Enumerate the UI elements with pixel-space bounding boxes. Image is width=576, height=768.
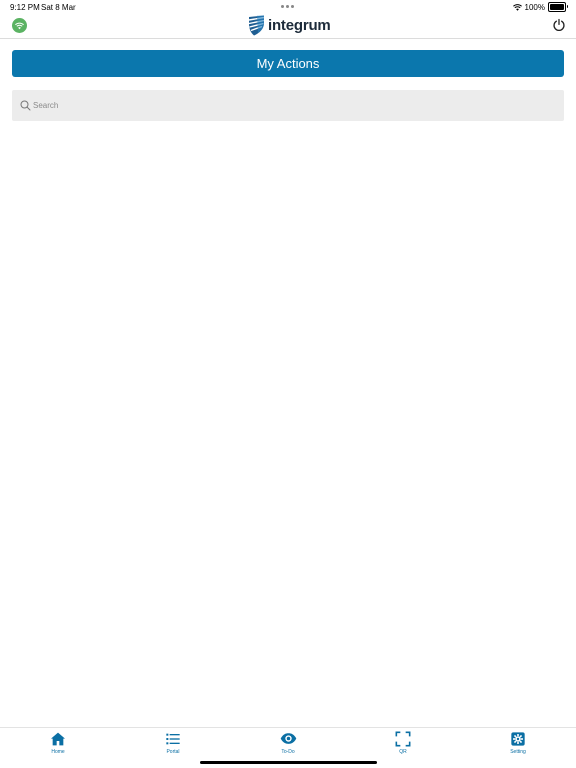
screen: 9:12 PM Sat 8 Mar 100% integrum My Actio… bbox=[0, 0, 576, 768]
status-date: Sat 8 Mar bbox=[41, 3, 76, 12]
search-icon bbox=[20, 100, 31, 111]
gear-icon bbox=[510, 730, 527, 747]
status-right: 100% bbox=[512, 2, 568, 12]
tab-label: QR bbox=[399, 749, 407, 755]
tab-setting[interactable]: Setting bbox=[488, 730, 548, 755]
actions-list bbox=[0, 128, 576, 728]
status-time: 9:12 PM bbox=[10, 3, 40, 12]
tab-label: Portal bbox=[166, 749, 180, 755]
qr-scan-icon bbox=[395, 730, 412, 747]
list-icon bbox=[165, 730, 182, 747]
status-bar: 9:12 PM Sat 8 Mar 100% bbox=[0, 0, 576, 14]
wifi-icon[interactable] bbox=[12, 18, 27, 33]
shield-logo-icon bbox=[248, 15, 265, 36]
search-bar[interactable] bbox=[12, 90, 564, 121]
logo-text: integrum bbox=[268, 17, 331, 34]
battery-percent: 100% bbox=[524, 2, 545, 12]
page-title: My Actions bbox=[12, 50, 564, 77]
tab-label: To-Do bbox=[281, 749, 295, 755]
multitasking-dots-icon[interactable] bbox=[281, 5, 294, 8]
home-icon bbox=[50, 730, 67, 747]
tab-home[interactable]: Home bbox=[28, 730, 88, 755]
battery-icon bbox=[548, 2, 568, 12]
tab-portal[interactable]: Portal bbox=[143, 730, 203, 755]
search-input[interactable] bbox=[33, 101, 533, 110]
wifi-icon bbox=[512, 3, 522, 11]
nav-header: integrum bbox=[0, 14, 576, 39]
app-logo: integrum bbox=[248, 15, 331, 36]
power-icon[interactable] bbox=[552, 18, 566, 32]
page-title-text: My Actions bbox=[256, 56, 320, 71]
tab-todo[interactable]: To-Do bbox=[258, 730, 318, 755]
eye-icon bbox=[280, 730, 297, 747]
tab-label: Home bbox=[51, 749, 65, 755]
tab-bar: Home Portal To-Do QR Setting bbox=[0, 727, 576, 768]
home-indicator[interactable] bbox=[200, 761, 377, 764]
tab-qr[interactable]: QR bbox=[373, 730, 433, 755]
tab-label: Setting bbox=[510, 749, 526, 755]
